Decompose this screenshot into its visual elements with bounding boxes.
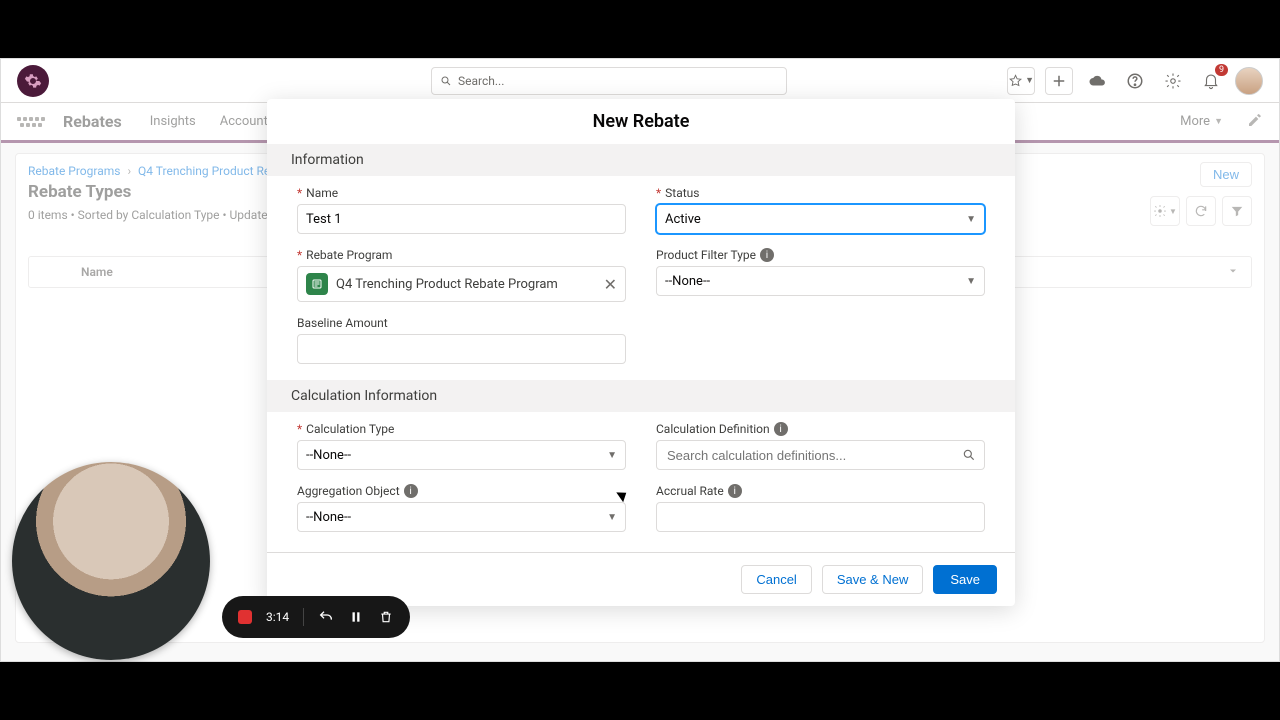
name-input[interactable]: Test 1 bbox=[297, 204, 626, 234]
record-indicator[interactable] bbox=[238, 610, 252, 624]
gear-icon bbox=[1164, 72, 1182, 90]
save-button[interactable]: Save bbox=[933, 565, 997, 594]
save-and-new-button[interactable]: Save & New bbox=[822, 565, 924, 594]
field-status: *Status Active▼ bbox=[656, 186, 985, 234]
calculation-type-select[interactable]: --None--▼ bbox=[297, 440, 626, 470]
info-icon[interactable]: i bbox=[760, 248, 774, 262]
star-icon bbox=[1008, 72, 1023, 90]
cloud-icon bbox=[1088, 72, 1106, 90]
field-calculation-definition: Calculation Definition i bbox=[656, 422, 985, 470]
program-icon bbox=[306, 273, 328, 295]
product-filter-select[interactable]: --None--▼ bbox=[656, 266, 985, 296]
rebate-program-lookup[interactable]: Q4 Trenching Product Rebate Program ✕ bbox=[297, 266, 626, 302]
field-baseline-amount: Baseline Amount bbox=[297, 316, 626, 364]
field-name: *Name Test 1 bbox=[297, 186, 626, 234]
field-rebate-program: *Rebate Program Q4 Trenching Product Reb… bbox=[297, 248, 626, 302]
rebate-program-value: Q4 Trenching Product Rebate Program bbox=[336, 277, 596, 292]
info-icon[interactable]: i bbox=[728, 484, 742, 498]
delete-button[interactable] bbox=[378, 609, 394, 625]
accrual-rate-input[interactable] bbox=[656, 502, 985, 532]
setup-button[interactable] bbox=[1159, 67, 1187, 95]
field-product-filter-type: Product Filter Type i --None--▼ bbox=[656, 248, 985, 302]
field-calculation-type: *Calculation Type --None--▼ bbox=[297, 422, 626, 470]
info-icon[interactable]: i bbox=[404, 484, 418, 498]
user-avatar[interactable] bbox=[1235, 67, 1263, 95]
undo-icon bbox=[318, 609, 334, 625]
aggregation-object-select[interactable]: --None--▼ bbox=[297, 502, 626, 532]
baseline-amount-input[interactable] bbox=[297, 334, 626, 364]
brand-logo[interactable] bbox=[17, 65, 49, 97]
calc-def-input[interactable] bbox=[665, 447, 962, 464]
modal-title: New Rebate bbox=[267, 99, 1015, 144]
search-icon bbox=[440, 75, 452, 87]
status-select[interactable]: Active▼ bbox=[656, 204, 985, 234]
calculation-definition-lookup[interactable] bbox=[656, 440, 985, 470]
section-information: Information bbox=[267, 144, 1015, 176]
favorites-button[interactable]: ▼ bbox=[1007, 67, 1035, 95]
pause-button[interactable] bbox=[348, 609, 364, 625]
new-rebate-modal: New Rebate Information *Name Test 1 *Sta… bbox=[267, 99, 1015, 606]
question-icon bbox=[1126, 72, 1144, 90]
search-placeholder: Search... bbox=[458, 74, 504, 88]
presenter-webcam bbox=[12, 462, 210, 660]
section-calculation: Calculation Information bbox=[267, 380, 1015, 412]
plus-icon bbox=[1050, 72, 1068, 90]
recording-toolbar: 3:14 bbox=[222, 596, 410, 638]
notification-count: 9 bbox=[1215, 64, 1228, 76]
salesforce-help[interactable] bbox=[1083, 67, 1111, 95]
add-button[interactable] bbox=[1045, 67, 1073, 95]
trash-icon bbox=[379, 610, 393, 624]
notifications-button[interactable]: 9 bbox=[1197, 67, 1225, 95]
info-icon[interactable]: i bbox=[774, 422, 788, 436]
global-search[interactable]: Search... bbox=[431, 67, 787, 95]
search-icon bbox=[962, 448, 976, 462]
clear-program-button[interactable]: ✕ bbox=[604, 275, 617, 294]
cancel-button[interactable]: Cancel bbox=[741, 565, 811, 594]
undo-button[interactable] bbox=[318, 609, 334, 625]
record-time: 3:14 bbox=[266, 610, 289, 624]
pause-icon bbox=[349, 610, 363, 624]
help-button[interactable] bbox=[1121, 67, 1149, 95]
field-aggregation-object: Aggregation Object i --None--▼ bbox=[297, 484, 626, 532]
field-accrual-rate: Accrual Rate i bbox=[656, 484, 985, 532]
global-header: Search... ▼ bbox=[1, 59, 1279, 103]
